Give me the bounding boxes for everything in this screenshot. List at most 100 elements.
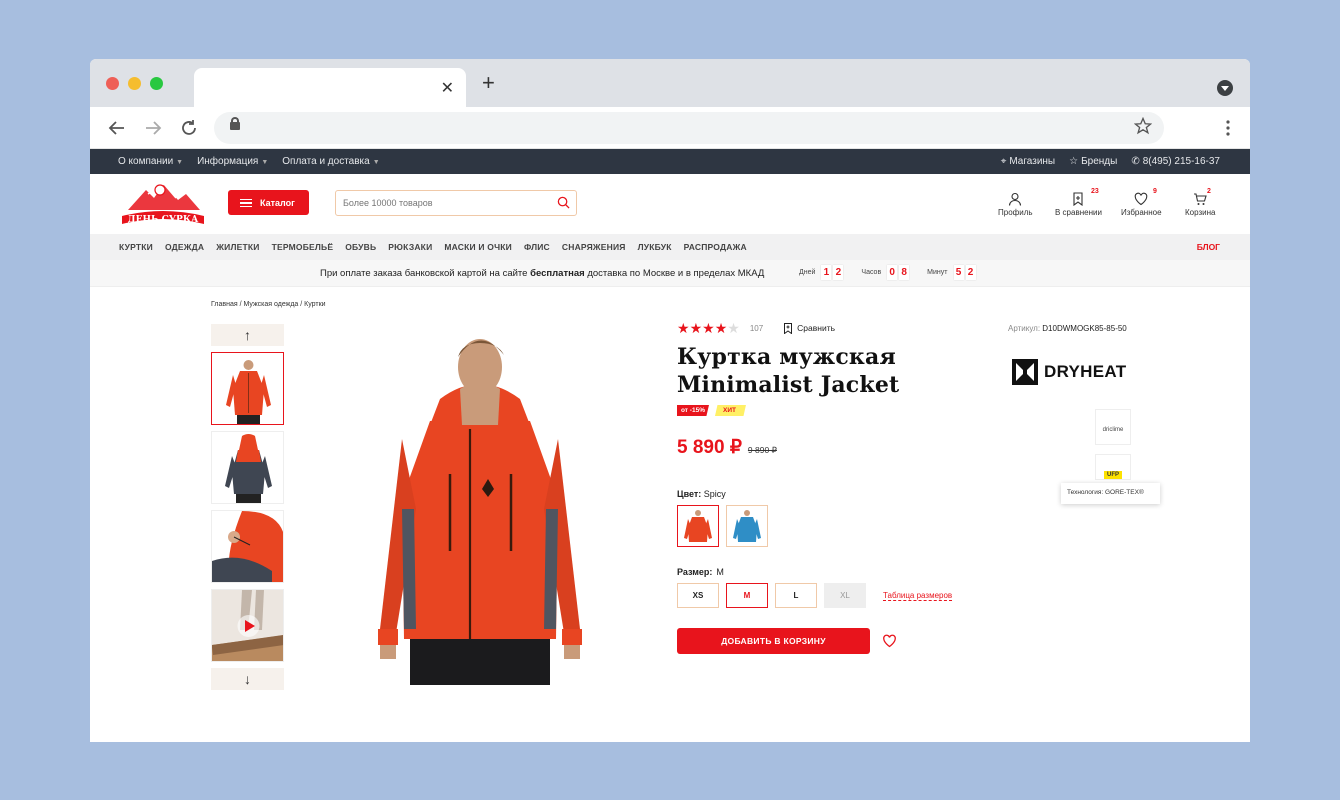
brands-label: Бренды bbox=[1081, 156, 1118, 167]
add-to-favorites-icon[interactable] bbox=[882, 634, 897, 648]
brand-logo[interactable]: DRYHEAT bbox=[1012, 359, 1126, 385]
cart-icon bbox=[1194, 193, 1207, 205]
compare-button[interactable]: Сравнить bbox=[783, 322, 836, 334]
size-options: XS M L XL Таблица размеров bbox=[677, 583, 1077, 608]
back-icon[interactable] bbox=[108, 119, 126, 137]
size-option-xs[interactable]: XS bbox=[677, 583, 719, 608]
star-empty-icon: ★ bbox=[727, 320, 740, 336]
add-to-cart-button[interactable]: ДОБАВИТЬ В КОРЗИНУ bbox=[677, 628, 870, 654]
menu-item-sale[interactable]: РАСПРОДАЖА bbox=[684, 242, 747, 252]
bookmark-star-icon[interactable] bbox=[1134, 117, 1152, 135]
menu-item-jackets[interactable]: КУРТКИ bbox=[119, 242, 153, 252]
catalog-label: Каталог bbox=[260, 197, 295, 208]
sale-badge: от -15% bbox=[677, 405, 709, 416]
compare-link[interactable]: 23 В сравнении bbox=[1055, 188, 1102, 217]
hood-detail-image bbox=[212, 511, 283, 582]
menu-icon bbox=[240, 198, 252, 207]
topbar-link-payment[interactable]: Оплата и доставка ▼ bbox=[282, 156, 379, 167]
profile-link[interactable]: Профиль bbox=[998, 192, 1033, 217]
new-tab-button[interactable]: + bbox=[482, 72, 495, 94]
tech-tooltip: Технология: GORE-TEX® bbox=[1061, 483, 1160, 504]
location-pin-icon: ⌖ bbox=[1000, 156, 1007, 167]
forward-icon[interactable] bbox=[144, 119, 162, 137]
lock-icon bbox=[230, 117, 240, 130]
star-filled-icon: ★ bbox=[702, 320, 715, 336]
category-menu: КУРТКИ ОДЕЖДА ЖИЛЕТКИ ТЕРМОБЕЛЬЁ ОБУВЬ Р… bbox=[90, 234, 1250, 260]
star-icon: ☆ bbox=[1069, 156, 1079, 167]
color-swatch-spicy[interactable] bbox=[677, 505, 719, 547]
logo-text: ДЕНЬ СУРКА bbox=[128, 215, 199, 225]
catalog-button[interactable]: Каталог bbox=[228, 190, 309, 215]
product-main-image[interactable] bbox=[370, 329, 590, 685]
topbar-link-label: Оплата и доставка bbox=[282, 156, 370, 167]
menu-item-backpacks[interactable]: РЮКЗАКИ bbox=[388, 242, 432, 252]
size-label: Размер: M bbox=[677, 567, 1077, 577]
tech-badge-ufp[interactable]: UFP bbox=[1095, 454, 1131, 480]
tech2-label: UFP bbox=[1104, 471, 1122, 479]
product-tags: от -15% ХИТ bbox=[677, 405, 1077, 416]
menu-item-blog[interactable]: БЛОГ bbox=[1197, 242, 1220, 252]
cart-row: ДОБАВИТЬ В КОРЗИНУ bbox=[677, 628, 1077, 654]
site-logo[interactable]: ДЕНЬ СУРКА bbox=[118, 176, 208, 232]
countdown-timer: Дней 1 2 Часов 0 8 Минут 5 2 bbox=[799, 265, 994, 280]
minimize-window-button[interactable] bbox=[128, 77, 141, 90]
current-price: 5 890 ₽ bbox=[677, 437, 742, 458]
topbar-link-brands[interactable]: ☆ Бренды bbox=[1069, 156, 1117, 167]
color-value: Spicy bbox=[703, 489, 726, 499]
search-icon[interactable] bbox=[557, 196, 570, 209]
chevron-down-icon[interactable] bbox=[1217, 80, 1233, 96]
browser-tab[interactable]: ✕ bbox=[194, 68, 466, 107]
phone-label: 8(495) 215-16-37 bbox=[1142, 156, 1220, 167]
compare-label: В сравнении bbox=[1055, 208, 1102, 217]
search-input[interactable] bbox=[336, 191, 536, 215]
size-option-l[interactable]: L bbox=[775, 583, 817, 608]
cart-link[interactable]: 2 Корзина bbox=[1185, 188, 1215, 217]
browser-toolbar bbox=[90, 107, 1250, 149]
address-bar[interactable] bbox=[214, 112, 1164, 144]
color-swatches bbox=[677, 505, 1077, 547]
compare-count-badge: 23 bbox=[1091, 188, 1099, 195]
heart-icon bbox=[1135, 192, 1148, 206]
menu-item-masks[interactable]: МАСКИ И ОЧКИ bbox=[444, 242, 512, 252]
compare-label: Сравнить bbox=[797, 323, 836, 333]
timer-digit: 5 bbox=[953, 265, 964, 280]
arrow-up-icon[interactable]: ↑ bbox=[211, 324, 284, 346]
topbar-link-stores[interactable]: ⌖ Магазины bbox=[1001, 156, 1055, 167]
thumbnail-back[interactable] bbox=[211, 431, 284, 504]
maximize-window-button[interactable] bbox=[150, 77, 163, 90]
reload-icon[interactable] bbox=[180, 119, 198, 137]
menu-item-vests[interactable]: ЖИЛЕТКИ bbox=[216, 242, 259, 252]
topbar-link-about[interactable]: О компании ▼ bbox=[118, 156, 183, 167]
jacket-front-image bbox=[212, 353, 283, 424]
close-icon[interactable]: ✕ bbox=[441, 78, 454, 98]
hours-label: Часов bbox=[861, 269, 882, 276]
size-table-link[interactable]: Таблица размеров bbox=[883, 591, 953, 601]
timer-digit: 2 bbox=[833, 265, 844, 280]
menu-item-gear[interactable]: СНАРЯЖЕНИЯ bbox=[562, 242, 626, 252]
thumbnail-gallery: ↑ ↓ bbox=[211, 324, 284, 690]
minutes-label: Минут bbox=[927, 269, 948, 276]
thumbnail-video[interactable] bbox=[211, 589, 284, 662]
thumbnail-front[interactable] bbox=[211, 352, 284, 425]
review-count[interactable]: 107 bbox=[750, 324, 763, 333]
menu-item-thermal[interactable]: ТЕРМОБЕЛЬЁ bbox=[272, 242, 334, 252]
tech-badge-driclime[interactable]: driclime bbox=[1095, 409, 1131, 445]
topbar-phone[interactable]: ✆ 8(495) 215-16-37 bbox=[1131, 156, 1220, 167]
favorites-link[interactable]: 9 Избранное bbox=[1121, 188, 1162, 217]
size-option-m[interactable]: M bbox=[726, 583, 768, 608]
topbar-link-info[interactable]: Информация ▼ bbox=[197, 156, 268, 167]
menu-item-clothes[interactable]: ОДЕЖДА bbox=[165, 242, 204, 252]
color-label: Цвет: Spicy bbox=[677, 489, 1077, 499]
breadcrumb[interactable]: Главная / Мужская одежда / Куртки bbox=[211, 301, 326, 308]
color-swatch-blue[interactable] bbox=[726, 505, 768, 547]
promo-text: При оплате заказа банковской картой на с… bbox=[320, 268, 764, 279]
close-window-button[interactable] bbox=[106, 77, 119, 90]
thumbnail-hood-detail[interactable] bbox=[211, 510, 284, 583]
caret-down-icon: ▼ bbox=[372, 159, 380, 166]
more-menu-icon[interactable] bbox=[1226, 120, 1230, 136]
menu-item-fleece[interactable]: ФЛИС bbox=[524, 242, 550, 252]
cart-count-badge: 2 bbox=[1207, 188, 1211, 195]
menu-item-shoes[interactable]: ОБУВЬ bbox=[345, 242, 376, 252]
menu-item-lookbook[interactable]: ЛУКБУК bbox=[638, 242, 672, 252]
arrow-down-icon[interactable]: ↓ bbox=[211, 668, 284, 690]
